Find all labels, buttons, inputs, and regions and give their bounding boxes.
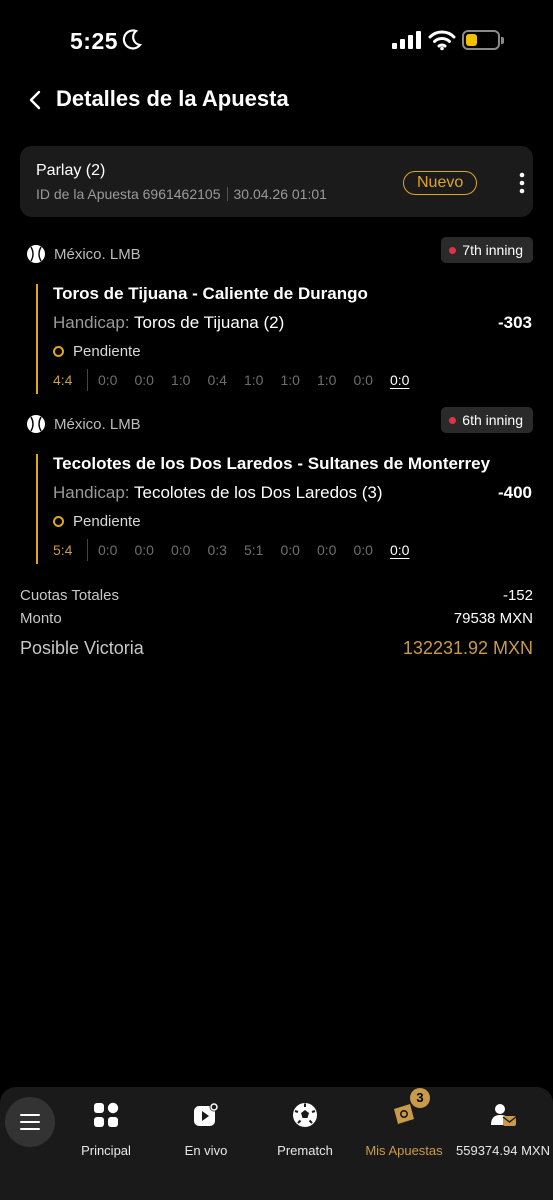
nav-item-account[interactable]: 559374.94 MXN (453, 1097, 553, 1167)
status-row: Pendiente (53, 343, 141, 360)
possible-win-label: Posible Victoria (20, 638, 144, 658)
possible-win-row: Posible Victoria 132231.92 MXN (20, 638, 533, 659)
live-dot-icon (449, 246, 457, 254)
bet-summary-card: Parlay (2) ID de la Apuesta 6961462105 3… (20, 146, 533, 217)
inning-score: 0:4 (207, 372, 227, 388)
inning-label: 7th inning (462, 242, 523, 258)
inning-score: 1:0 (280, 372, 300, 388)
nav-item-en-vivo[interactable]: En vivo (156, 1097, 256, 1167)
status-row: Pendiente (53, 513, 141, 530)
bottom-nav: Principal En vivo Prematch Mis Apuestas … (0, 1087, 553, 1200)
baseball-icon (27, 415, 45, 433)
handicap: Handicap: Tecolotes de los Dos Laredos (… (53, 483, 383, 503)
inning-score: 0:0 (353, 372, 373, 388)
match-title: Tecolotes de los Dos Laredos - Sultanes … (53, 454, 491, 473)
odds-value: -303 (497, 313, 532, 332)
inning-score: 0:0 (134, 372, 154, 388)
hamburger-menu-icon[interactable] (5, 1097, 55, 1147)
amount-label: Monto (20, 610, 62, 627)
score-row: 5:4 0:0 0:0 0:0 0:3 5:1 0:0 0:0 0:0 0:0 (53, 539, 427, 561)
more-vertical-icon[interactable] (514, 170, 530, 196)
total-score: 5:4 (53, 542, 73, 558)
league: México. LMB (26, 414, 141, 434)
status-label: Pendiente (73, 343, 141, 360)
amount-row: Monto 79538 MXN (20, 610, 533, 627)
inning-score: 0:0 (134, 542, 154, 558)
nav-item-mis-apuestas[interactable]: Mis Apuestas (354, 1097, 454, 1167)
inning-score: 1:0 (317, 372, 337, 388)
live-dot-icon (449, 416, 457, 424)
handicap: Handicap: Toros de Tijuana (2) (53, 313, 284, 333)
event-card[interactable]: México. LMB 7th inning Toros de Tijuana … (0, 237, 553, 394)
current-inning-score: 0:0 (390, 542, 410, 558)
event-accent-line (36, 284, 38, 394)
league-name: México. LMB (54, 415, 141, 433)
divider (87, 369, 88, 391)
total-odds-row: Cuotas Totales -152 (20, 587, 533, 604)
match-title: Toros de Tijuana - Caliente de Durango (53, 284, 368, 303)
page-title: Detalles de la Apuesta (56, 86, 289, 111)
inning-score: 5:1 (244, 542, 264, 558)
amount-value: 79538 MXN (453, 610, 533, 627)
cellular-signal-icon (392, 31, 421, 49)
nav-label: 559374.94 MXN (456, 1143, 550, 1158)
inning-badge: 6th inning (441, 407, 533, 433)
inning-score: 0:0 (171, 542, 191, 558)
total-odds-label: Cuotas Totales (20, 587, 119, 604)
total-odds-value: -152 (502, 587, 533, 604)
handicap-label: Handicap: (53, 483, 130, 502)
header: Detalles de la Apuesta (0, 80, 553, 120)
handicap-value: Toros de Tijuana (2) (133, 313, 285, 332)
inning-score: 0:0 (98, 372, 118, 388)
nav-label: Mis Apuestas (365, 1143, 443, 1158)
baseball-icon (27, 245, 45, 263)
inning-score: 0:3 (207, 542, 227, 558)
wifi-icon (428, 30, 456, 51)
inning-score: 0:0 (353, 542, 373, 558)
nav-label: Principal (81, 1143, 131, 1158)
handicap-value: Tecolotes de los Dos Laredos (3) (133, 483, 383, 502)
bet-type: Parlay (2) (36, 162, 106, 179)
current-inning-score: 0:0 (390, 372, 410, 388)
nav-label: En vivo (184, 1143, 228, 1158)
handicap-label: Handicap: (53, 313, 130, 332)
score-row: 4:4 0:0 0:0 1:0 0:4 1:0 1:0 1:0 0:0 0:0 (53, 369, 427, 391)
moon-icon (122, 29, 142, 50)
status-label: Pendiente (73, 513, 141, 530)
league: México. LMB (26, 244, 141, 264)
bet-datetime: 30.04.26 01:01 (233, 186, 327, 202)
league-name: México. LMB (54, 245, 141, 263)
inning-score: 0:0 (98, 542, 118, 558)
inning-badge: 7th inning (441, 237, 533, 263)
divider (226, 187, 228, 201)
nav-item-principal[interactable]: Principal (56, 1097, 156, 1167)
inning-score: 0:0 (317, 542, 337, 558)
pending-icon (53, 346, 64, 357)
live-play-icon (194, 1102, 219, 1126)
new-badge: Nuevo (403, 171, 478, 195)
odds-value: -400 (497, 483, 532, 502)
possible-win-value: 132231.92 MXN (402, 638, 533, 658)
divider (87, 539, 88, 561)
nav-item-prematch[interactable]: Prematch (255, 1097, 355, 1167)
inning-score: 0:0 (280, 542, 300, 558)
inning-score: 1:0 (171, 372, 191, 388)
status-time: 5:25 (70, 28, 119, 54)
inning-score: 1:0 (244, 372, 264, 388)
event-accent-line (36, 454, 38, 564)
event-card[interactable]: México. LMB 6th inning Tecolotes de los … (0, 407, 553, 564)
nav-label: Prematch (277, 1143, 333, 1158)
inning-label: 6th inning (462, 412, 523, 428)
battery-icon (462, 30, 504, 50)
account-wallet-icon (491, 1104, 517, 1126)
bets-count-badge: 3 (410, 1088, 430, 1108)
soccer-ball-icon (293, 1103, 317, 1127)
bet-id: ID de la Apuesta 6961462105 (36, 186, 221, 202)
back-arrow-icon[interactable] (22, 86, 50, 114)
pending-icon (53, 516, 64, 527)
grid-icon (94, 1102, 119, 1127)
status-bar: 5:25 (0, 0, 553, 80)
bet-meta: ID de la Apuesta 6961462105 30.04.26 01:… (36, 186, 327, 202)
total-score: 4:4 (53, 372, 73, 388)
